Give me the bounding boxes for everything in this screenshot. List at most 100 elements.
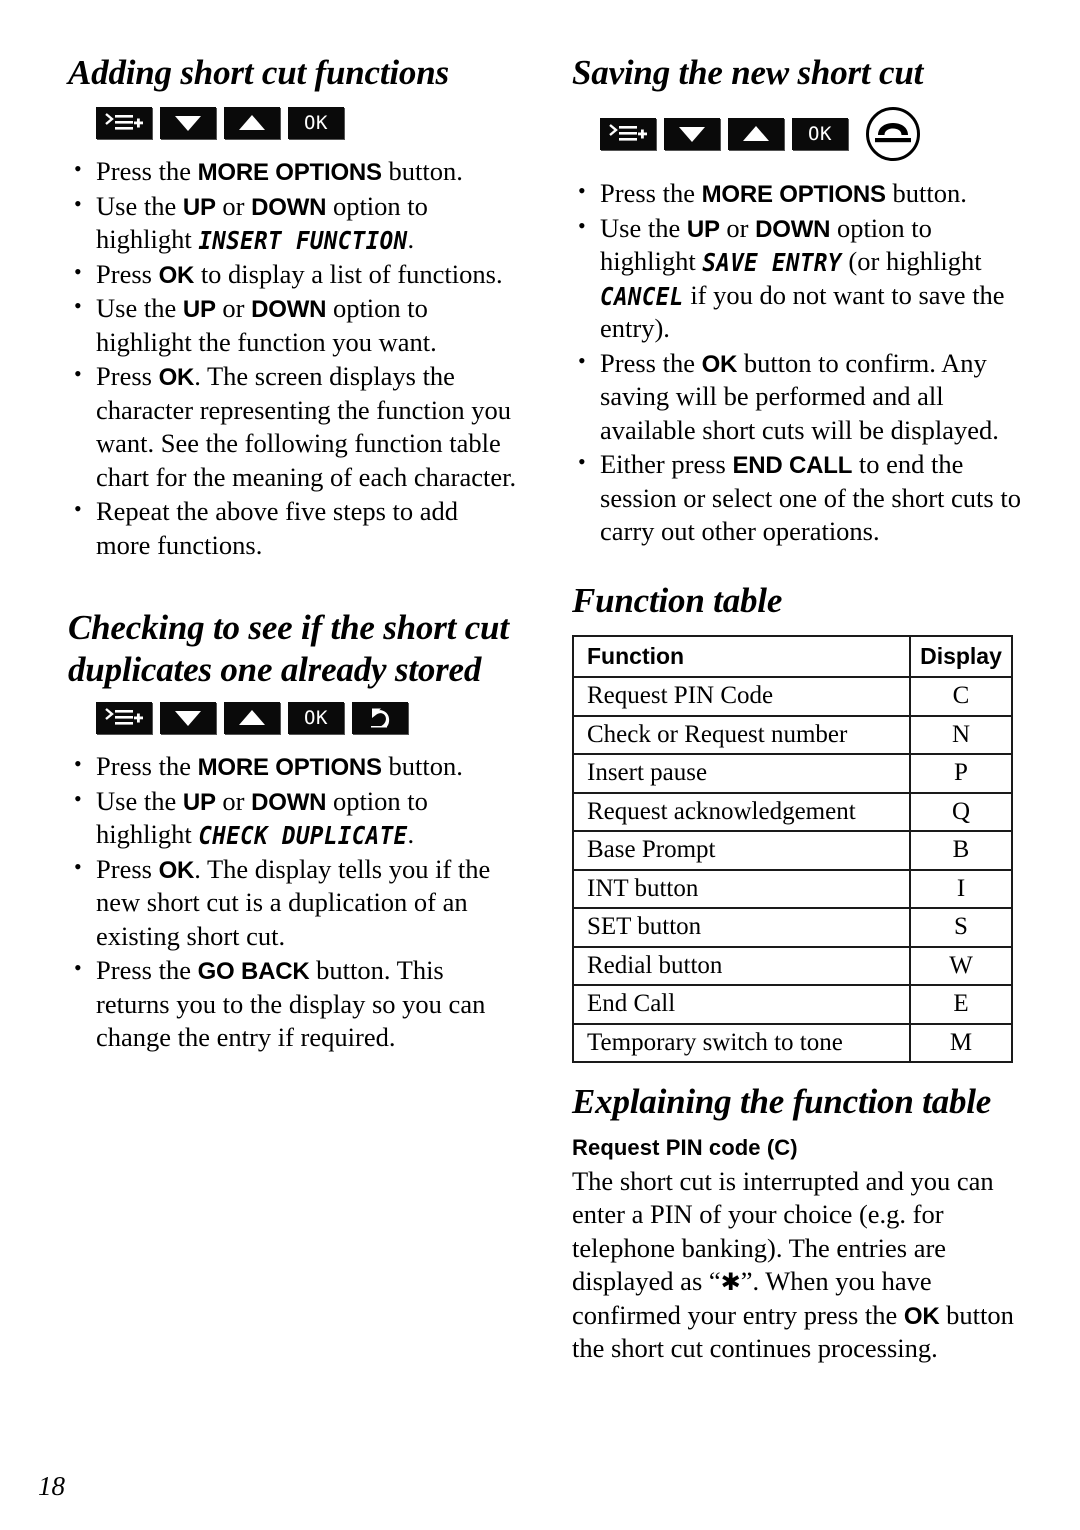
emphasis-button-name: END CALL [732,452,853,480]
list-item: Press the MORE OPTIONS button. [68,154,518,189]
table-row: Check or Request number N [572,714,1013,756]
up-arrow-icon [728,118,784,151]
key-sequence-adding: OK [96,107,518,140]
table-row: Base Prompt B [572,830,1013,871]
table-head: Function Display [572,635,1013,679]
emphasis-button-name: OK [158,261,195,289]
list-item: Press the MORE OPTIONS button. [68,749,518,784]
ok-key-label: OK [808,122,832,145]
column-header-function: Function [572,635,911,679]
emphasis-button-name: DOWN [251,296,327,324]
ok-key-icon: OK [792,118,848,151]
list-item: Press OK. The screen displays the charac… [68,359,518,494]
emphasis-button-name: MORE OPTIONS [197,754,382,782]
table-row: Insert pause P [572,753,1013,794]
list-item: Press the OK button to confirm. Any savi… [572,346,1022,448]
cell-function: Request PIN Code [572,676,911,717]
left-column: Adding short cut functions OK • Press th… [68,52,518,1056]
down-arrow-icon [160,107,216,140]
lcd-display-text: CHECK DUPLICATE [198,821,408,851]
list-item: Use the UP or DOWN option to highlight I… [68,189,518,257]
cell-display: N [909,714,1013,756]
go-back-icon [352,702,408,735]
emphasis-button-name: GO BACK [197,958,310,986]
list-item: Press the GO BACK button. This returns y… [68,953,518,1055]
page-title-function-table: Function table [572,580,783,620]
cell-display: W [909,945,1013,987]
emphasis-button-name: MORE OPTIONS [701,181,886,209]
list-item: Either press END CALL to end the session… [572,447,1022,549]
table-row: Request acknowledgement Q [572,791,1013,833]
key-sequence-saving: OK [600,107,1022,162]
cell-function: Request acknowledgement [572,791,911,833]
cell-display: I [909,868,1013,910]
table-row: SET button S [572,907,1013,948]
right-column: Saving the new short cut OK • Press the … [572,52,1022,1366]
cell-function: End Call [572,984,911,1025]
function-table: Function Display Request PIN Code C Check … [572,635,1013,1064]
ok-key-label: OK [304,706,328,729]
table-row: Request PIN Code C [572,676,1013,717]
key-sequence-checking: OK [96,702,518,735]
emphasis-button-name: DOWN [251,193,327,221]
cell-display: E [909,984,1013,1025]
emphasis-button-name: OK [158,856,195,884]
end-call-icon [866,107,920,162]
cell-function: Redial button [572,945,911,987]
list-item: Press the MORE OPTIONS button. [572,176,1022,211]
more-options-icon [96,107,152,140]
page-title-adding-short-cut-functions: Adding short cut functions [68,53,449,92]
emphasis-button-name: UP [182,193,216,221]
cell-display: M [909,1022,1013,1064]
page-title-explaining-function-table: Explaining the function table [572,1082,992,1122]
table-row: End Call E [572,984,1013,1025]
emphasis-button-name: UP [686,215,720,243]
emphasis-button-name: OK [158,364,195,392]
page-title-saving-short-cut: Saving the new short cut [572,53,924,92]
cell-function: Base Prompt [572,830,911,871]
manual-page: Adding short cut functions OK • Press th… [0,0,1080,1530]
more-options-icon [96,702,152,735]
list-item: Press OK. The display tells you if the n… [68,852,518,954]
paragraph-request-pin-code: The short cut is interrupted and you can… [572,1165,1014,1364]
lcd-display-text: SAVE ENTRY [702,248,842,278]
more-options-icon [600,118,656,151]
list-item: Press OK to display a list of functions. [68,257,518,292]
lcd-display-text: CANCEL [600,282,684,312]
ok-key-icon: OK [288,107,344,140]
list-item: Use the UP or DOWN option to highlight S… [572,211,1022,346]
cell-display: P [909,753,1013,794]
ok-key-icon: OK [288,702,344,735]
list-item: Use the UP or DOWN option to highlight C… [68,784,518,852]
list-item: Use the UP or DOWN option to highlight t… [68,291,518,359]
emphasis-button-name: DOWN [755,215,831,243]
table-header-row: Function Display [572,635,1013,679]
cell-display: Q [909,791,1013,833]
emphasis-button-name: OK [903,1302,940,1330]
cell-function: Check or Request number [572,714,911,756]
asterisk-icon: ✱ [720,1268,741,1297]
cell-display: S [909,907,1013,948]
cell-function: INT button [572,868,911,910]
cell-display: B [909,830,1013,871]
list-item: Repeat the above five steps to add more … [68,494,518,562]
down-arrow-icon [160,702,216,735]
ok-key-label: OK [304,111,328,134]
up-arrow-icon [224,702,280,735]
lcd-display-text: INSERT FUNCTION [198,226,408,256]
page-title-checking-duplicates: Checking to see if the short cut duplica… [68,608,509,689]
up-arrow-icon [224,107,280,140]
cell-display: C [909,676,1013,717]
steps-list-checking: Press the MORE OPTIONS button. Use the U… [68,749,518,1055]
page-number: 18 [38,1471,65,1501]
subheading-request-pin-code: Request PIN code (C) [572,1134,798,1160]
cell-function: SET button [572,907,911,948]
table-row: INT button I [572,868,1013,910]
emphasis-button-name: UP [182,788,216,816]
emphasis-button-name: OK [701,350,738,378]
column-header-display: Display [909,635,1013,679]
table-body: Request PIN Code C Check or Request number… [572,676,1013,1064]
